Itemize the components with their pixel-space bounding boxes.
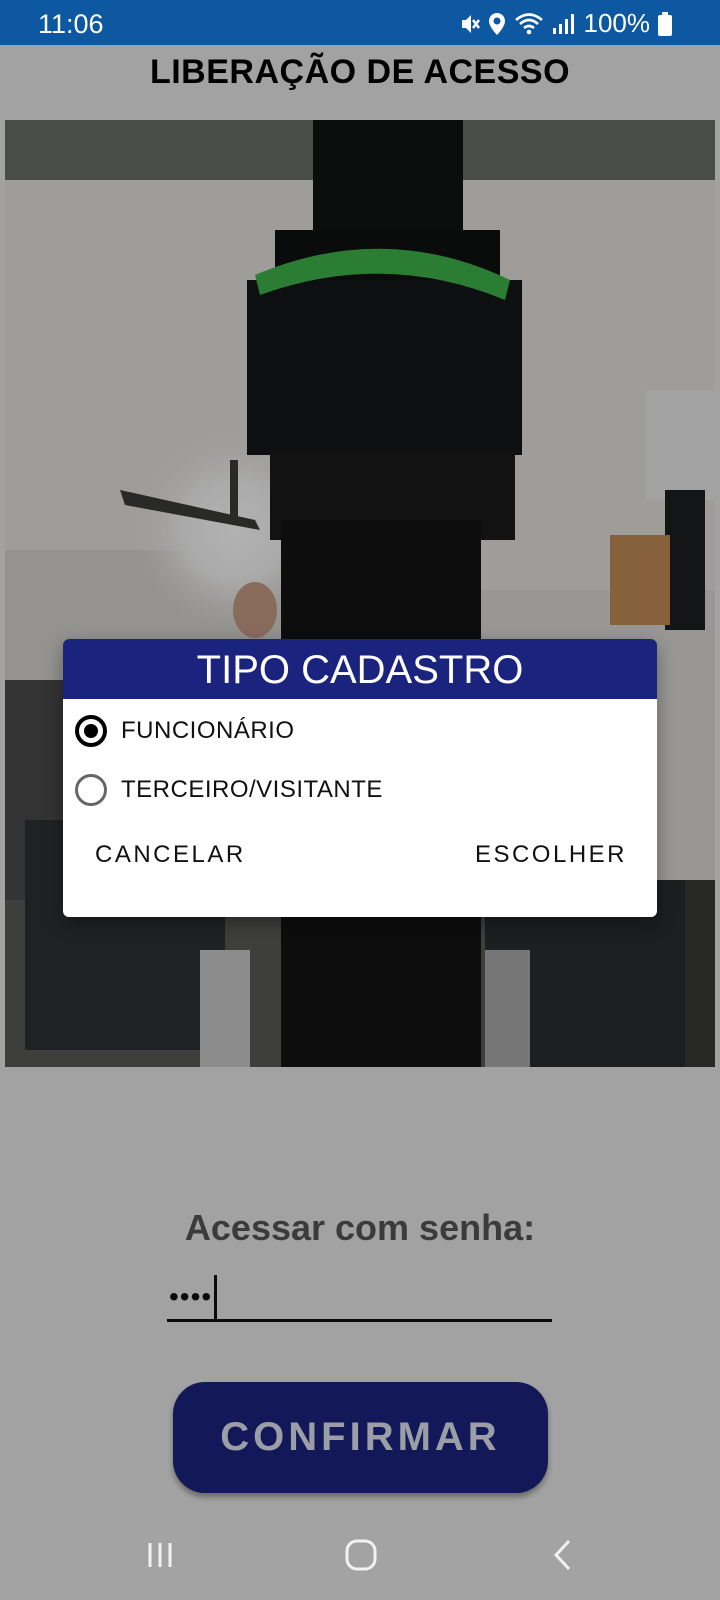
status-bar: 11:06 100% bbox=[0, 0, 720, 45]
option-terceiro-visitante[interactable]: TERCEIRO/VISITANTE bbox=[75, 770, 383, 810]
home-icon[interactable] bbox=[331, 1532, 391, 1578]
battery-percent: 100% bbox=[583, 8, 651, 38]
option-label: TERCEIRO/VISITANTE bbox=[121, 776, 383, 803]
status-icons: 100% bbox=[458, 8, 672, 39]
battery-icon bbox=[658, 11, 672, 36]
wifi-icon bbox=[514, 12, 544, 36]
choose-button[interactable]: ESCOLHER bbox=[475, 841, 627, 869]
option-funcionario[interactable]: FUNCIONÁRIO bbox=[75, 711, 295, 751]
location-icon bbox=[488, 12, 506, 36]
option-label: FUNCIONÁRIO bbox=[121, 717, 295, 744]
recent-apps-icon[interactable] bbox=[130, 1532, 190, 1578]
signal-icon bbox=[552, 12, 574, 36]
navigation-bar bbox=[0, 1510, 720, 1600]
cancel-button[interactable]: CANCELAR bbox=[95, 841, 246, 869]
mute-vibrate-icon bbox=[458, 12, 480, 36]
radio-unselected-icon[interactable] bbox=[75, 774, 107, 806]
radio-selected-icon[interactable] bbox=[75, 715, 107, 747]
status-time: 11:06 bbox=[38, 9, 104, 39]
registration-type-dialog: TIPO CADASTRO FUNCIONÁRIO TERCEIRO/VISIT… bbox=[63, 639, 657, 917]
dialog-title: TIPO CADASTRO bbox=[63, 639, 657, 699]
back-icon[interactable] bbox=[533, 1532, 593, 1578]
